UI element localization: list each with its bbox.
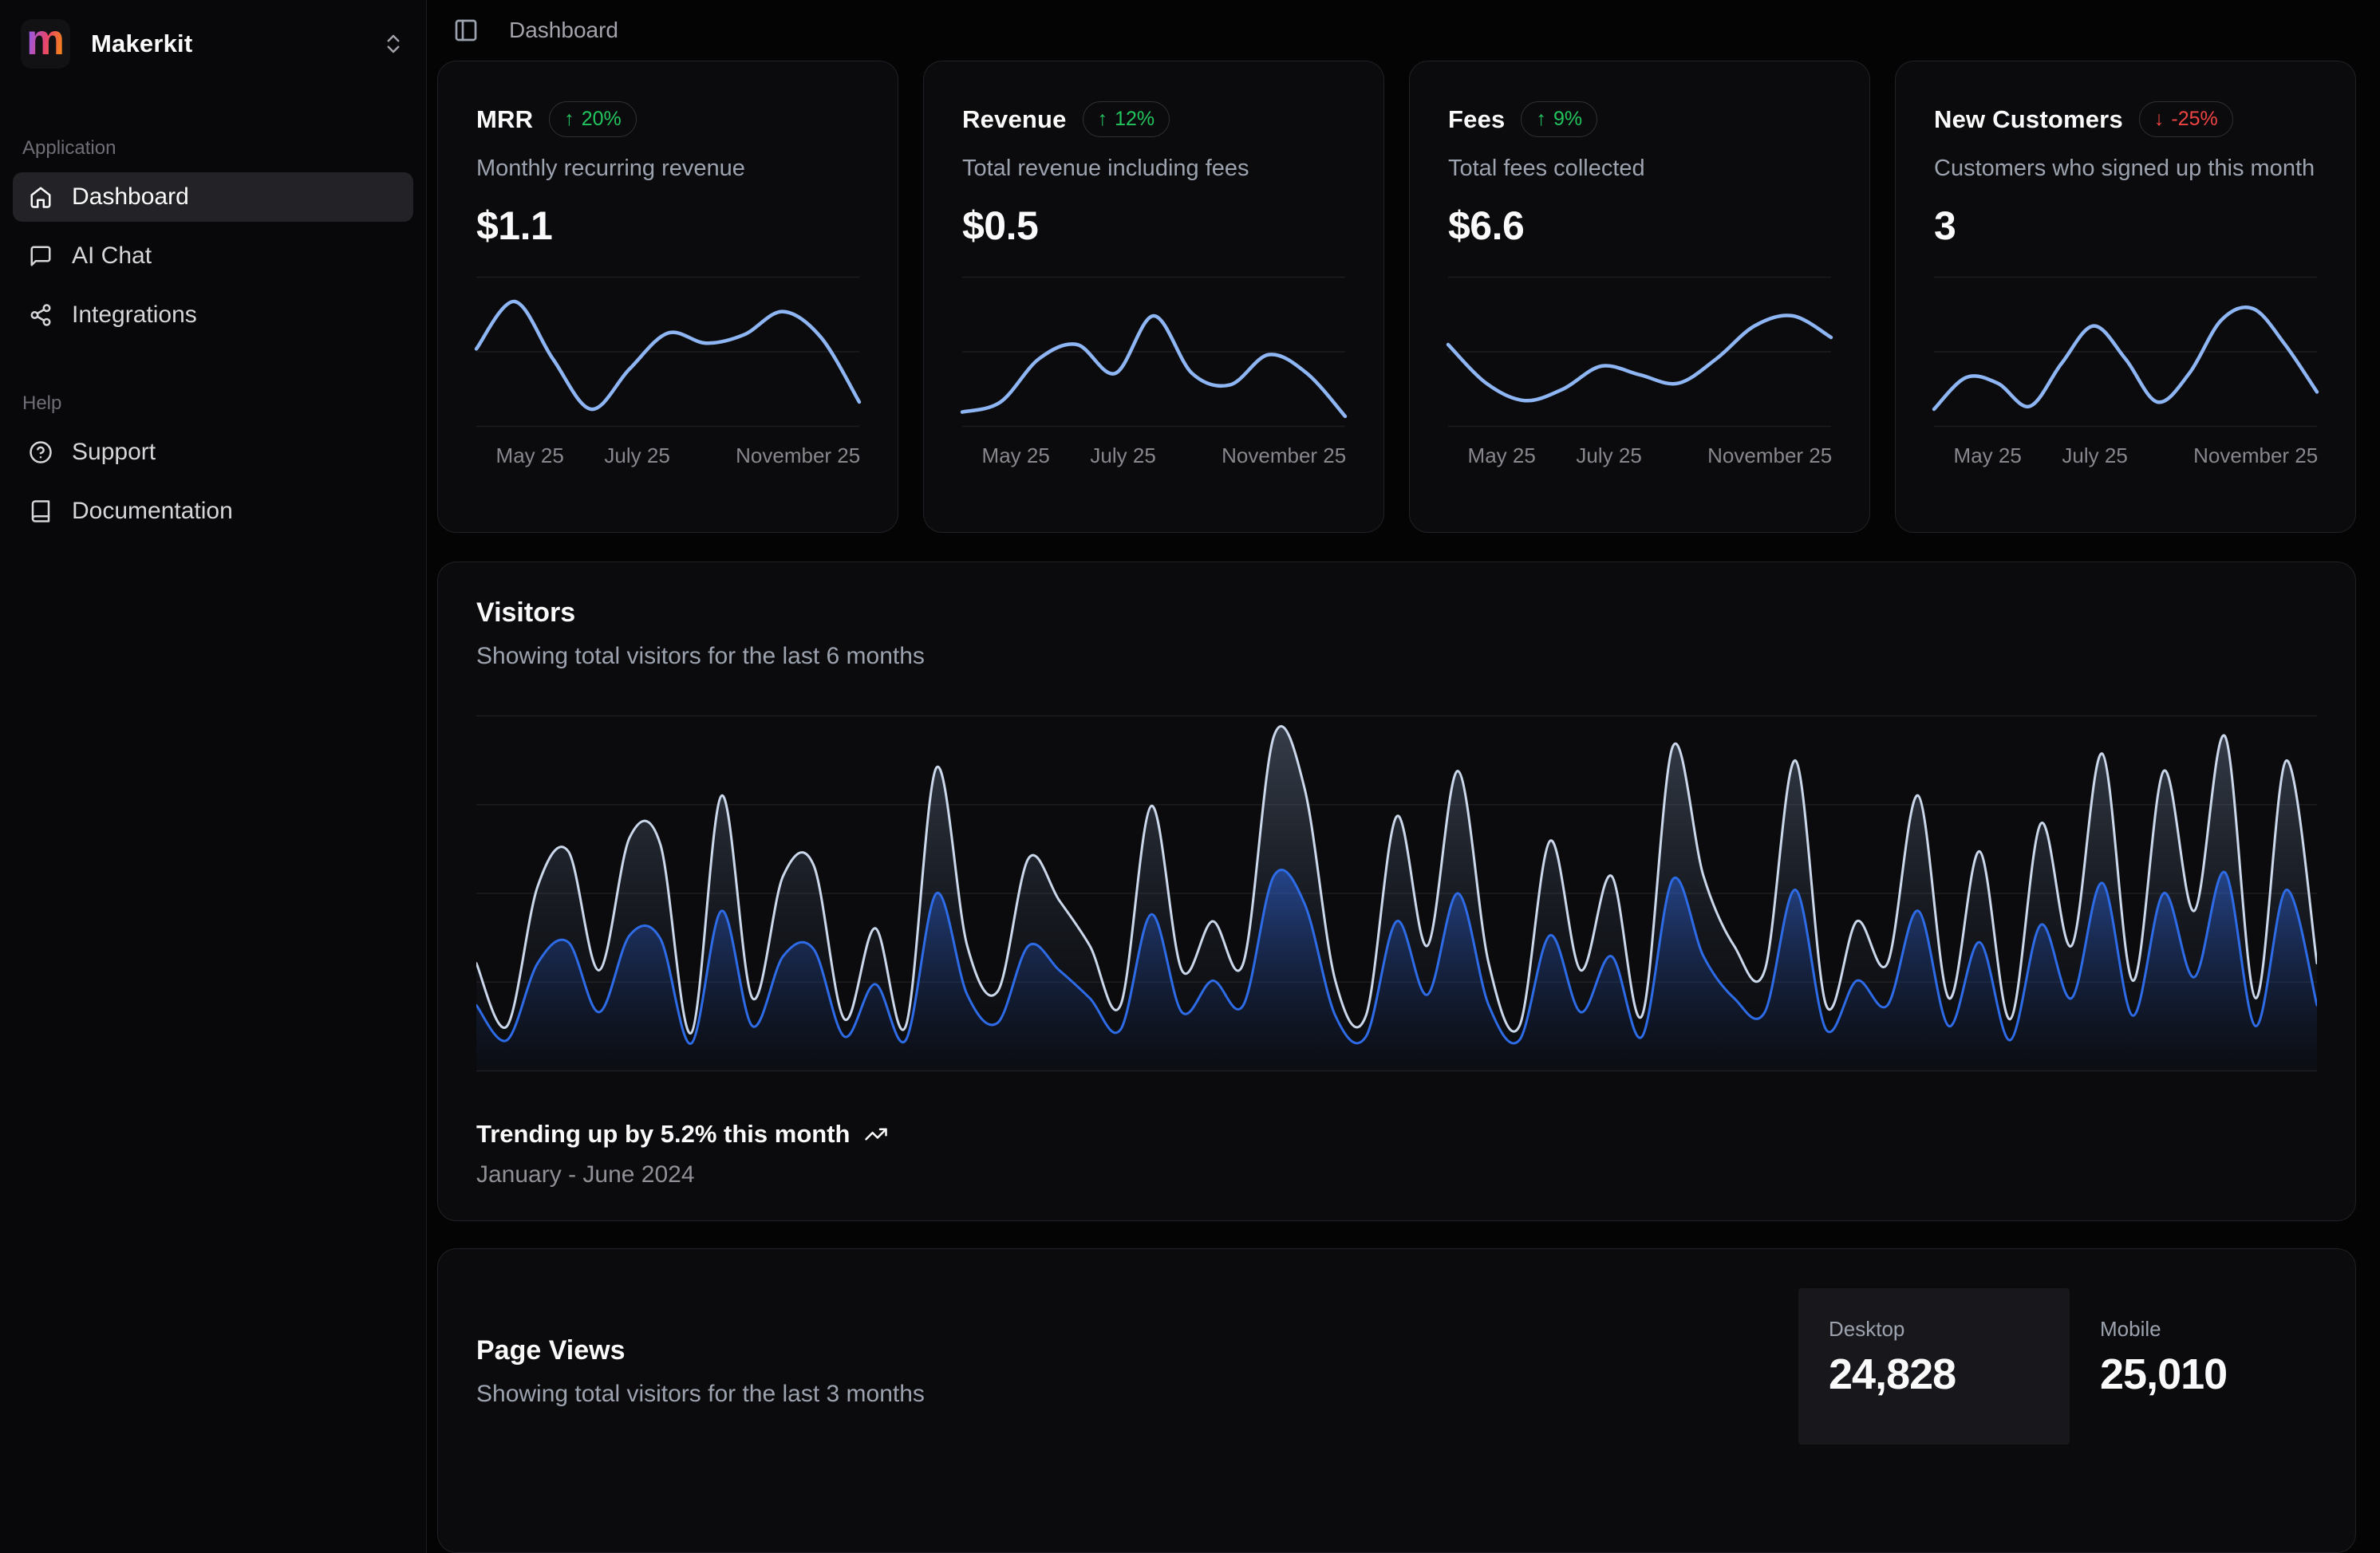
stat-title: MRR — [476, 105, 533, 134]
page-views-subtitle: Showing total visitors for the last 3 mo… — [476, 1381, 925, 1408]
stat-title: New Customers — [1934, 105, 2123, 134]
topbar: Dashboard — [437, 0, 2356, 61]
x-tick: July 25 — [1090, 443, 1155, 468]
sidebar: m Makerkit Application Dashboard AI Chat… — [0, 0, 427, 1553]
stat-value: $0.5 — [962, 203, 1345, 249]
x-tick: May 25 — [1468, 443, 1536, 468]
x-tick: May 25 — [496, 443, 564, 468]
sidebar-item-label: AI Chat — [72, 242, 152, 270]
page-views-header: Page Views Showing total visitors for th… — [438, 1249, 925, 1552]
trend-footer: Trending up by 5.2% this month — [476, 1120, 2317, 1149]
sidebar-item-ai-chat[interactable]: AI Chat — [13, 231, 413, 281]
sidebar-item-label: Integrations — [72, 302, 197, 329]
sidebar-item-label: Documentation — [72, 498, 233, 525]
sidebar-item-dashboard[interactable]: Dashboard — [13, 172, 413, 222]
share-icon — [29, 303, 53, 327]
stat-description: Monthly recurring revenue — [476, 155, 859, 182]
stat-card-mrr: MRR ↑20% Monthly recurring revenue $1.1 … — [437, 61, 898, 533]
sparkline-chart: May 25 July 25 November 25 — [962, 276, 1345, 471]
date-range: January - June 2024 — [476, 1161, 2317, 1188]
toggle-desktop[interactable]: Desktop 24,828 — [1798, 1288, 2070, 1445]
stat-value: 3 — [1934, 203, 2317, 249]
toggle-value: 25,010 — [2100, 1350, 2341, 1399]
book-icon — [29, 499, 53, 523]
makerkit-logo: m — [21, 19, 70, 69]
arrow-up-icon: ↑ — [1536, 108, 1546, 131]
arrow-up-icon: ↑ — [1098, 108, 1108, 131]
sidebar-item-integrations[interactable]: Integrations — [13, 290, 413, 340]
x-tick: November 25 — [2193, 443, 2318, 468]
stat-title: Revenue — [962, 105, 1067, 134]
workspace-switcher[interactable]: m Makerkit — [13, 16, 413, 72]
stat-value: $1.1 — [476, 203, 859, 249]
toggle-label: Desktop — [1829, 1317, 2070, 1342]
x-tick: November 25 — [736, 443, 860, 468]
visitors-subtitle: Showing total visitors for the last 6 mo… — [476, 643, 2317, 670]
sidebar-section-help: Help — [22, 392, 404, 415]
sidebar-item-label: Support — [72, 439, 156, 466]
trend-badge: ↓-25% — [2139, 101, 2233, 137]
logo-letter: m — [26, 21, 65, 68]
trend-badge: ↑9% — [1521, 101, 1597, 137]
x-tick: November 25 — [1707, 443, 1832, 468]
stat-card-revenue: Revenue ↑12% Total revenue including fee… — [923, 61, 1384, 533]
toggle-label: Mobile — [2100, 1317, 2341, 1342]
series-toggles: Desktop 24,828 Mobile 25,010 — [1798, 1288, 2341, 1552]
arrow-up-icon: ↑ — [564, 108, 574, 131]
visitors-title: Visitors — [476, 597, 2317, 629]
trend-badge: ↑20% — [549, 101, 637, 137]
visitors-area-chart — [476, 715, 2317, 1072]
sidebar-item-label: Dashboard — [72, 183, 189, 211]
stat-description: Customers who signed up this month — [1934, 155, 2317, 182]
stat-card-fees: Fees ↑9% Total fees collected $6.6 May 2… — [1409, 61, 1870, 533]
home-icon — [29, 185, 53, 209]
sparkline-chart: May 25 July 25 November 25 — [476, 276, 859, 471]
stat-cards-row: MRR ↑20% Monthly recurring revenue $1.1 … — [437, 61, 2356, 533]
sparkline-chart: May 25 July 25 November 25 — [1934, 276, 2317, 471]
sidebar-item-documentation[interactable]: Documentation — [13, 487, 413, 536]
stat-description: Total fees collected — [1448, 155, 1831, 182]
main-content: Dashboard MRR ↑20% Monthly recurring rev… — [427, 0, 2380, 1553]
stat-value: $6.6 — [1448, 203, 1831, 249]
stat-card-new-customers: New Customers ↓-25% Customers who signed… — [1895, 61, 2356, 533]
x-tick: July 25 — [604, 443, 669, 468]
sidebar-toggle-icon[interactable] — [453, 18, 479, 43]
stat-title: Fees — [1448, 105, 1505, 134]
x-tick: November 25 — [1222, 443, 1346, 468]
sidebar-item-support[interactable]: Support — [13, 428, 413, 477]
page-views-title: Page Views — [476, 1335, 925, 1366]
breadcrumb: Dashboard — [509, 18, 618, 43]
help-circle-icon — [29, 440, 53, 464]
trending-up-icon — [864, 1122, 888, 1146]
brand-name: Makerkit — [91, 30, 192, 58]
x-tick: July 25 — [2062, 443, 2127, 468]
message-square-icon — [29, 244, 53, 268]
toggle-value: 24,828 — [1829, 1350, 2070, 1399]
sidebar-section-application: Application — [22, 137, 404, 160]
chevrons-up-down-icon — [381, 32, 405, 56]
x-tick: May 25 — [982, 443, 1050, 468]
page-views-card: Page Views Showing total visitors for th… — [437, 1248, 2356, 1553]
trend-badge: ↑12% — [1083, 101, 1170, 137]
trend-text: Trending up by 5.2% this month — [476, 1120, 850, 1149]
x-tick: July 25 — [1576, 443, 1641, 468]
sparkline-chart: May 25 July 25 November 25 — [1448, 276, 1831, 471]
stat-description: Total revenue including fees — [962, 155, 1345, 182]
visitors-card: Visitors Showing total visitors for the … — [437, 562, 2356, 1221]
arrow-down-icon: ↓ — [2154, 108, 2165, 131]
toggle-mobile[interactable]: Mobile 25,010 — [2070, 1288, 2341, 1445]
x-tick: May 25 — [1954, 443, 2022, 468]
